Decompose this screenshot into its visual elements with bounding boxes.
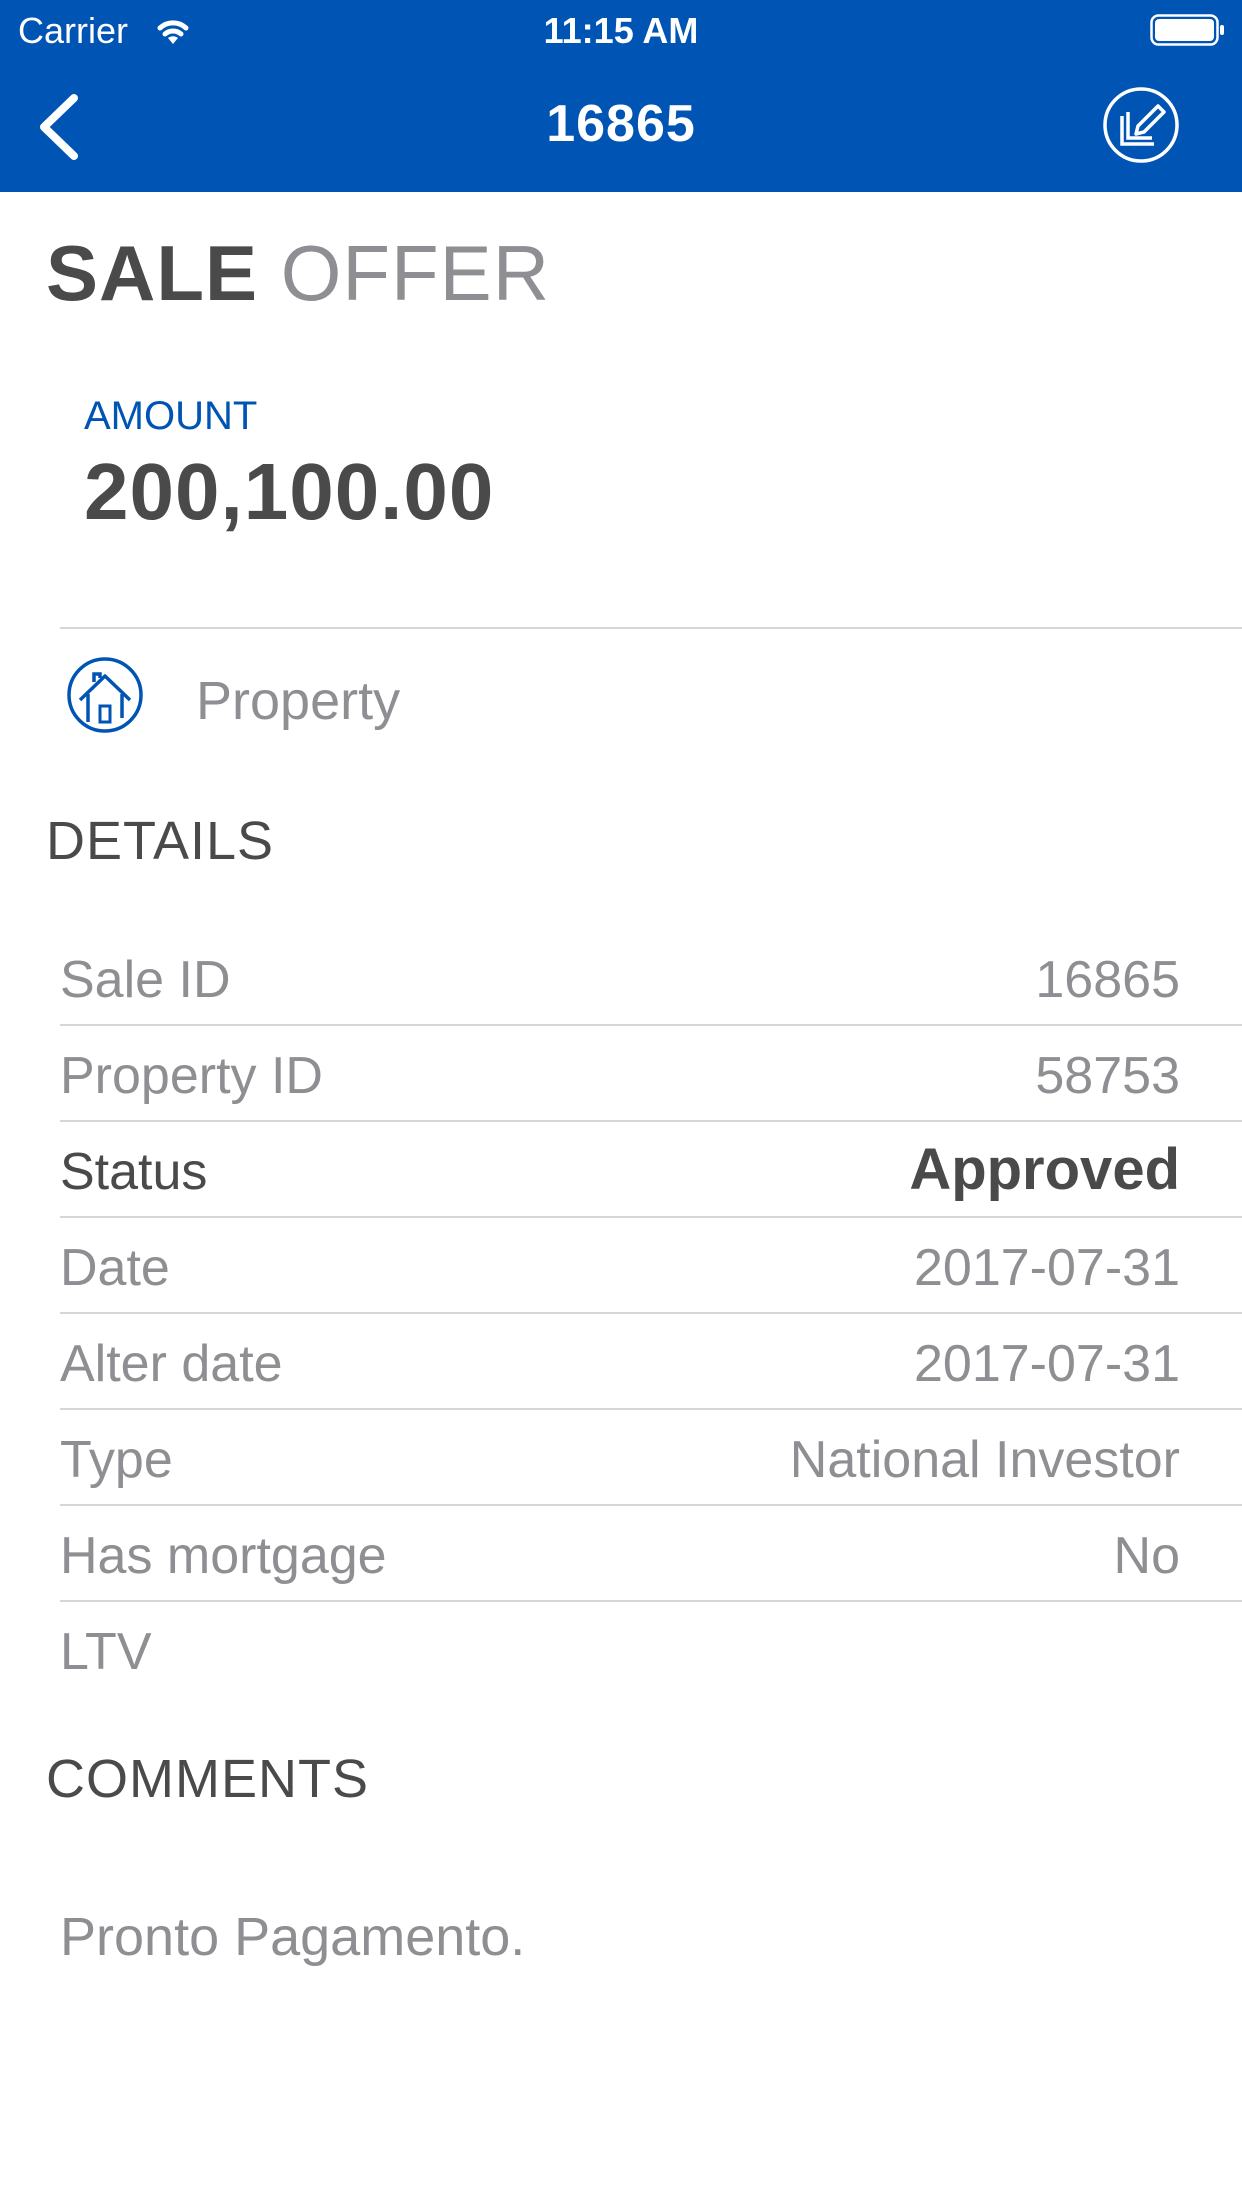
details-header: DETAILS: [46, 811, 275, 871]
detail-value: 58753: [1035, 1047, 1180, 1105]
detail-key: Status: [60, 1143, 208, 1201]
detail-row-ltv: LTV: [60, 1602, 1242, 1698]
detail-row-alter-date: Alter date 2017-07-31: [60, 1314, 1242, 1410]
status-value: Approved: [909, 1137, 1180, 1202]
nav-title: 16865: [546, 95, 696, 153]
detail-key: Date: [60, 1239, 170, 1297]
detail-key: Property ID: [60, 1047, 323, 1105]
battery-icon: [1150, 14, 1224, 46]
detail-row-status: Status Approved: [60, 1122, 1242, 1218]
comment-text: Pronto Pagamento.: [60, 1907, 526, 1967]
comments-header: COMMENTS: [46, 1749, 369, 1809]
clock: 11:15 AM: [543, 10, 699, 51]
detail-row-has-mortgage: Has mortgage No: [60, 1506, 1242, 1602]
detail-key: Alter date: [60, 1335, 283, 1393]
page-title-light: OFFER: [280, 229, 551, 317]
detail-value: National Investor: [789, 1431, 1180, 1489]
detail-value: 16865: [1035, 951, 1180, 1009]
amount-value: 200,100.00: [84, 447, 495, 536]
property-label: Property: [196, 671, 401, 731]
amount-label: AMOUNT: [84, 394, 258, 438]
detail-key: Sale ID: [60, 951, 231, 1009]
property-link[interactable]: Property: [60, 630, 1242, 760]
detail-value: 2017-07-31: [914, 1239, 1180, 1297]
divider: [60, 627, 1242, 629]
edit-icon[interactable]: [1102, 86, 1180, 164]
navigation-header: Carrier 11:15 AM 16865: [0, 0, 1242, 192]
detail-row-sale-id: Sale ID 16865: [60, 930, 1242, 1026]
status-bar: Carrier 11:15 AM: [0, 0, 1242, 60]
page-title-bold: SALE: [46, 229, 259, 317]
detail-row-property-id: Property ID 58753: [60, 1026, 1242, 1122]
detail-row-type: Type National Investor: [60, 1410, 1242, 1506]
house-icon: [67, 657, 143, 733]
detail-key: Has mortgage: [60, 1527, 387, 1585]
detail-key: Type: [60, 1431, 173, 1489]
detail-row-date: Date 2017-07-31: [60, 1218, 1242, 1314]
detail-value: No: [1113, 1527, 1180, 1585]
detail-key: LTV: [60, 1623, 152, 1681]
page-title: SALE OFFER: [46, 228, 550, 319]
detail-value: 2017-07-31: [914, 1335, 1180, 1393]
